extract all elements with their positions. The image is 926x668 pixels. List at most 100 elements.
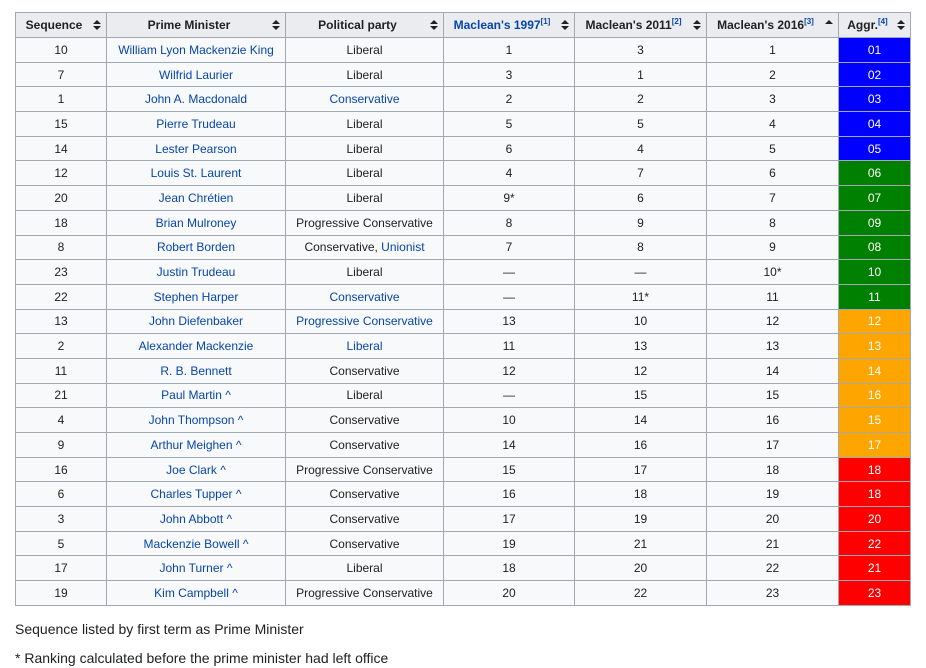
reference-link[interactable]: [1]: [541, 17, 551, 26]
column-header-label: Political party: [318, 18, 397, 32]
column-header-maclean-s-2011[interactable]: Maclean's 2011[2]: [574, 12, 707, 38]
rankings-table: Sequence Prime Minister Political party Mac…: [15, 12, 911, 606]
prime-minister-cell-link[interactable]: Lester Pearson: [155, 142, 236, 156]
macleans-2011-cell-text: 6: [637, 190, 644, 205]
party-text: Conservative: [329, 437, 400, 452]
party-cell: Conservative: [285, 283, 444, 310]
macleans-1997-cell-text: 3: [505, 67, 513, 82]
macleans-2016-cell: 21: [706, 530, 839, 557]
reference-link[interactable]: [4]: [878, 17, 888, 26]
party-cell: Liberal: [285, 37, 444, 63]
party-link[interactable]: Progressive Conservative: [296, 314, 433, 328]
prime-minister-cell-link[interactable]: Robert Borden: [157, 240, 235, 254]
sequence-cell-text: 6: [57, 487, 65, 502]
prime-minister-cell-link[interactable]: Louis St. Laurent: [151, 166, 242, 180]
prime-minister-cell-link[interactable]: Alexander Mackenzie: [139, 339, 254, 353]
prime-minister-cell-link[interactable]: Jean Chrétien: [159, 191, 234, 205]
party-link[interactable]: Liberal: [346, 339, 382, 353]
prime-minister-cell-link[interactable]: Arthur Meighen ^: [150, 438, 241, 452]
sequence-cell: 20: [15, 185, 107, 211]
aggregate-cell-text: 17: [867, 437, 882, 452]
macleans-2016-cell: 3: [706, 86, 839, 113]
macleans-2011-cell: 21: [574, 530, 707, 557]
prime-minister-cell-link[interactable]: Pierre Trudeau: [156, 117, 235, 131]
table-row: 3 John Abbott ^ Conservative 17 19 20 20: [15, 506, 911, 532]
column-header-sequence[interactable]: Sequence: [15, 12, 107, 38]
aggregate-cell: 18: [838, 456, 911, 483]
prime-minister-cell-link[interactable]: R. B. Bennett: [160, 364, 231, 378]
macleans-1997-cell: —: [443, 382, 575, 409]
sequence-note: Sequence listed by first term as Prime M…: [15, 621, 304, 637]
sequence-cell: 9: [15, 432, 107, 458]
sequence-cell-text: 16: [54, 462, 68, 477]
prime-minister-cell-link[interactable]: John A. Macdonald: [145, 92, 247, 106]
aggregate-cell-text: 03: [867, 92, 882, 107]
column-header-maclean-s-2016[interactable]: Maclean's 2016[3]: [706, 12, 839, 38]
party-text: Conservative,: [304, 240, 382, 255]
reference-link[interactable]: [3]: [804, 17, 814, 26]
macleans-2016-cell-text: 12: [765, 314, 780, 329]
reference-link[interactable]: [2]: [672, 17, 682, 26]
macleans-1997-cell: 5: [443, 111, 575, 137]
macleans-1997-cell-text: 4: [505, 166, 513, 181]
party-link[interactable]: Conservative: [329, 290, 399, 304]
macleans-1997-cell: 14: [443, 432, 575, 458]
prime-minister-cell-link[interactable]: Joe Clark ^: [166, 463, 226, 477]
prime-minister-cell-link[interactable]: Paul Martin ^: [161, 388, 231, 402]
aggregate-cell-text: 08: [867, 240, 882, 255]
prime-minister-cell-link[interactable]: John Thompson ^: [149, 413, 244, 427]
prime-minister-cell-link[interactable]: John Turner ^: [159, 561, 232, 575]
aggregate-cell-text: 14: [867, 363, 882, 378]
macleans-2011-cell: 14: [574, 407, 707, 433]
aggregate-cell: 13: [838, 333, 911, 359]
macleans-1997-cell: 6: [443, 135, 575, 162]
aggregate-cell-text: 21: [867, 561, 882, 576]
table-row: 15 Pierre Trudeau Liberal 5 5 4 04: [15, 111, 911, 137]
prime-minister-cell-link[interactable]: Stephen Harper: [154, 290, 239, 304]
aggregate-cell: 07: [838, 185, 911, 211]
table-row: 19 Kim Campbell ^ Progressive Conservative…: [15, 580, 911, 606]
macleans-2016-cell: 14: [706, 357, 839, 384]
macleans-2016-cell-text: 11: [766, 289, 779, 304]
prime-minister-cell-link[interactable]: John Abbott ^: [160, 512, 232, 526]
sequence-cell-text: 23: [54, 265, 68, 280]
prime-minister-cell-link[interactable]: Kim Campbell ^: [154, 586, 238, 600]
aggregate-cell: 21: [838, 555, 911, 582]
aggregate-cell-text: 15: [867, 413, 882, 428]
macleans-1997-cell-text: 11: [502, 339, 516, 354]
prime-minister-cell-link[interactable]: Charles Tupper ^: [150, 487, 241, 501]
sequence-cell-text: 17: [54, 561, 68, 576]
prime-minister-cell-link[interactable]: John Diefenbaker: [149, 314, 243, 328]
column-header-aggr[interactable]: Aggr.[4]: [838, 12, 911, 38]
party-link[interactable]: Unionist: [381, 240, 424, 254]
macleans-2011-cell: 1: [574, 61, 707, 88]
prime-minister-cell-link[interactable]: Mackenzie Bowell ^: [143, 537, 248, 551]
prime-minister-cell-link[interactable]: William Lyon Mackenzie King: [118, 43, 274, 57]
macleans-2016-cell: 15: [706, 382, 839, 409]
macleans-1997-cell-text: 19: [502, 536, 516, 551]
column-header-label[interactable]: Maclean's 1997: [454, 18, 541, 32]
column-header-political-party[interactable]: Political party: [285, 12, 444, 38]
prime-minister-cell-link[interactable]: Brian Mulroney: [156, 216, 237, 230]
party-text: Liberal: [346, 388, 383, 403]
macleans-1997-cell: 8: [443, 209, 575, 236]
macleans-2016-cell-text: 5: [769, 141, 776, 156]
column-header-maclean-s-1997[interactable]: Maclean's 1997[1]: [443, 12, 575, 38]
macleans-2011-cell: 9: [574, 209, 707, 236]
sort-icon: [897, 20, 905, 30]
column-header-prime-minister[interactable]: Prime Minister: [106, 12, 286, 38]
party-link[interactable]: Conservative: [329, 92, 399, 106]
macleans-2016-cell: 13: [706, 333, 839, 359]
prime-minister-cell-link[interactable]: Wilfrid Laurier: [159, 68, 233, 82]
macleans-2011-cell-text: 22: [633, 585, 648, 600]
macleans-2011-cell-text: 18: [633, 487, 648, 502]
prime-minister-cell: Lester Pearson: [106, 135, 286, 162]
macleans-2016-cell: 6: [706, 160, 839, 187]
prime-minister-cell-link[interactable]: Justin Trudeau: [157, 265, 236, 279]
macleans-1997-cell-text: 15: [502, 462, 516, 477]
aggregate-cell: 06: [838, 160, 911, 187]
party-cell: Liberal: [285, 61, 444, 88]
sequence-cell-text: 4: [57, 413, 65, 428]
party-text: Progressive Conservative: [296, 215, 433, 230]
macleans-2016-cell: 17: [706, 432, 839, 458]
